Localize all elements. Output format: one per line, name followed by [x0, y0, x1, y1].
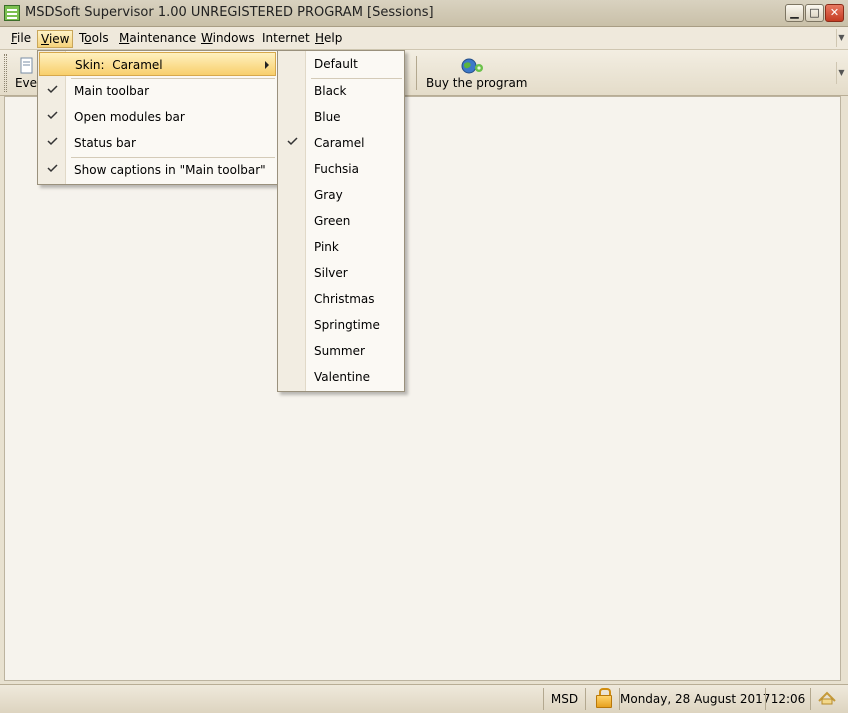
- network-icon[interactable]: [817, 688, 837, 706]
- check-icon: [287, 137, 298, 146]
- menu-help[interactable]: Help: [312, 30, 345, 48]
- status-user: MSD: [543, 688, 585, 710]
- menu-item-main-toolbar[interactable]: Main toolbar: [39, 79, 276, 103]
- buy-program-button[interactable]: Buy the program: [426, 53, 527, 93]
- skin-item-pink[interactable]: Pink: [279, 235, 403, 259]
- app-icon: [4, 5, 20, 21]
- skin-item-black[interactable]: Black: [279, 79, 403, 103]
- menu-item-open-modules-bar[interactable]: Open modules bar: [39, 105, 276, 129]
- events-button[interactable]: Eve: [14, 53, 38, 93]
- menu-bar: File View Tools Maintenance Windows Inte…: [0, 27, 848, 50]
- check-icon: [47, 137, 58, 146]
- skin-item-fuchsia[interactable]: Fuchsia: [279, 157, 403, 181]
- minimize-button[interactable]: ▁: [785, 4, 804, 22]
- check-icon: [47, 85, 58, 94]
- maximize-button[interactable]: □: [805, 4, 824, 22]
- skin-item-silver[interactable]: Silver: [279, 261, 403, 285]
- menubar-overflow-icon[interactable]: ▼: [836, 29, 846, 47]
- submenu-arrow-icon: [265, 61, 269, 69]
- skin-item-caramel[interactable]: Caramel: [279, 131, 403, 155]
- check-icon: [47, 111, 58, 120]
- menu-item-status-bar[interactable]: Status bar: [39, 131, 276, 155]
- toolbar-overflow-icon[interactable]: ▼: [836, 62, 846, 84]
- toolbar-separator: [416, 56, 417, 90]
- title-bar[interactable]: MSDSoft Supervisor 1.00 UNREGISTERED PRO…: [0, 0, 848, 27]
- menu-tools[interactable]: Tools: [76, 30, 112, 48]
- status-time: 12:06: [765, 688, 810, 710]
- menu-view[interactable]: View: [37, 30, 74, 48]
- window-title: MSDSoft Supervisor 1.00 UNREGISTERED PRO…: [25, 5, 434, 20]
- status-bar: MSD Monday, 28 August 2017 12:06: [0, 684, 848, 713]
- globe-icon: [461, 58, 483, 74]
- lock-icon: [596, 688, 612, 708]
- skin-submenu: Default Black Blue Caramel Fuchsia Gray …: [277, 50, 405, 392]
- menu-windows[interactable]: Windows: [198, 30, 258, 48]
- toolbar-grip[interactable]: [4, 54, 7, 92]
- status-date: Monday, 28 August 2017: [619, 688, 770, 710]
- skin-item-gray[interactable]: Gray: [279, 183, 403, 207]
- skin-item-christmas[interactable]: Christmas: [279, 287, 403, 311]
- skin-item-springtime[interactable]: Springtime: [279, 313, 403, 337]
- skin-item-green[interactable]: Green: [279, 209, 403, 233]
- events-icon: [20, 57, 32, 74]
- skin-item-blue[interactable]: Blue: [279, 105, 403, 129]
- menu-item-show-captions[interactable]: Show captions in "Main toolbar": [39, 158, 276, 182]
- menu-file[interactable]: File: [8, 30, 34, 48]
- skin-item-summer[interactable]: Summer: [279, 339, 403, 363]
- check-icon: [47, 164, 58, 173]
- view-menu: Skin: Caramel Main toolbar Open modules …: [37, 50, 278, 185]
- skin-item-valentine[interactable]: Valentine: [279, 365, 403, 389]
- skin-item-default[interactable]: Default: [279, 52, 403, 76]
- menu-internet[interactable]: Internet: [259, 30, 313, 48]
- menu-maintenance[interactable]: Maintenance: [116, 30, 199, 48]
- close-button[interactable]: ✕: [825, 4, 844, 22]
- menu-item-skin[interactable]: Skin: Caramel: [39, 52, 276, 76]
